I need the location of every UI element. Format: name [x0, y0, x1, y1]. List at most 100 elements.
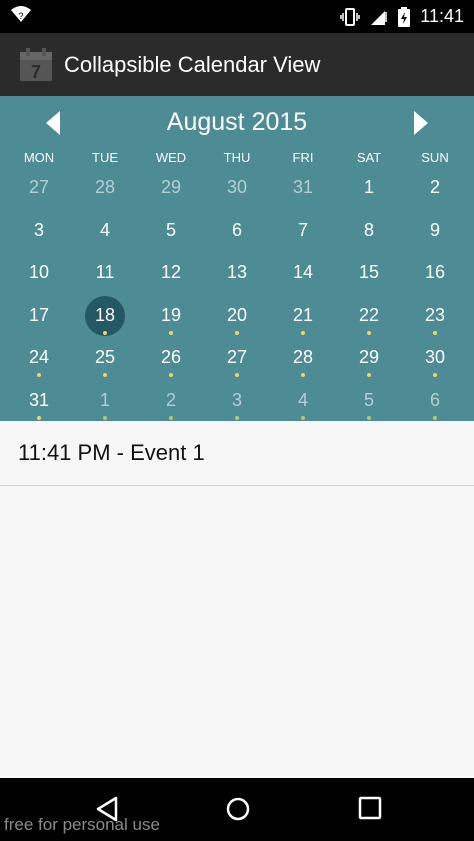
event-dot	[103, 415, 107, 420]
week-row: 10 11 12 13 14 15 16	[6, 259, 468, 302]
event-dot	[433, 415, 437, 420]
event-text: 11:41 PM - Event 1	[18, 440, 205, 465]
day-cell[interactable]: 12	[138, 259, 204, 302]
status-left: ?	[10, 5, 32, 28]
app-icon-number: 7	[31, 62, 41, 82]
vibrate-icon	[340, 7, 361, 26]
day-number: 7	[297, 219, 309, 240]
status-time: 11:41	[420, 6, 464, 26]
day-cell[interactable]: 29	[336, 344, 402, 387]
day-cell[interactable]: 17	[6, 302, 72, 345]
day-cell[interactable]: 7	[270, 217, 336, 260]
day-cell[interactable]: 31	[270, 174, 336, 217]
day-number: 1	[363, 177, 375, 197]
event-dot	[169, 373, 173, 377]
day-number: 15	[358, 262, 380, 282]
day-cell[interactable]: 28	[72, 174, 138, 217]
status-bar: ? 11:41	[0, 0, 474, 33]
day-cell[interactable]: 20	[204, 302, 270, 345]
chevron-right-icon	[414, 111, 428, 135]
weekday-label: TUE	[92, 150, 118, 165]
app-title: Collapsible Calendar View	[64, 51, 321, 77]
day-cell[interactable]: 27	[6, 174, 72, 217]
day-number: 30	[424, 347, 446, 367]
day-cell[interactable]: 1	[336, 174, 402, 217]
day-number: 29	[358, 347, 380, 367]
day-cell[interactable]: 30	[204, 174, 270, 217]
signal-icon	[370, 8, 388, 26]
event-list-item[interactable]: 11:41 PM - Event 1	[0, 421, 474, 486]
event-dot	[37, 373, 41, 377]
day-number: 29	[160, 177, 182, 197]
day-cell[interactable]: 16	[402, 259, 468, 302]
day-number: 8	[363, 219, 375, 240]
day-number: 3	[33, 219, 45, 240]
day-cell[interactable]: 23	[402, 302, 468, 345]
calendar-grid: 27 28 29 30 31 1 2 3 4 5 6 7 8 9 10 11 12 13 14 15 16 17 18 19 2…	[0, 174, 474, 429]
day-cell[interactable]: 27	[204, 344, 270, 387]
day-cell[interactable]: 19	[138, 302, 204, 345]
event-dot	[301, 415, 305, 420]
day-number: 28	[94, 177, 116, 197]
event-dot	[37, 415, 41, 420]
day-cell[interactable]: 10	[6, 259, 72, 302]
day-number: 19	[160, 304, 182, 325]
day-number: 4	[99, 219, 111, 240]
event-dot	[103, 330, 107, 335]
day-cell[interactable]: 8	[336, 217, 402, 260]
day-number: 12	[160, 262, 182, 282]
day-number: 9	[429, 219, 441, 240]
day-number: 20	[226, 304, 248, 325]
day-cell[interactable]: 30	[402, 344, 468, 387]
day-cell[interactable]: 2	[402, 174, 468, 217]
day-cell[interactable]: 29	[138, 174, 204, 217]
day-number: 16	[424, 262, 446, 282]
day-number: 23	[424, 304, 446, 325]
day-cell[interactable]: 21	[270, 302, 336, 345]
day-cell[interactable]: 4	[72, 217, 138, 260]
day-number: 4	[297, 389, 309, 410]
day-cell[interactable]: 5	[138, 217, 204, 260]
day-cell[interactable]: 3	[6, 217, 72, 260]
recent-apps-icon[interactable]	[358, 796, 382, 825]
day-cell[interactable]: 13	[204, 259, 270, 302]
day-number: 18	[94, 304, 116, 325]
day-number: 26	[160, 347, 182, 367]
day-cell[interactable]: 9	[402, 217, 468, 260]
next-month-button[interactable]	[408, 110, 434, 136]
day-number: 3	[231, 389, 243, 410]
day-cell[interactable]: 26	[138, 344, 204, 387]
week-row: 3 4 5 6 7 8 9	[6, 217, 468, 260]
event-dot	[301, 373, 305, 377]
day-number: 14	[292, 262, 314, 282]
weekday-label: SAT	[356, 150, 382, 165]
day-number: 28	[292, 347, 314, 367]
day-number: 6	[231, 219, 243, 240]
day-number: 27	[226, 347, 248, 367]
day-number: 5	[165, 219, 177, 240]
day-cell-selected[interactable]: 18	[72, 295, 138, 345]
day-cell[interactable]: 6	[204, 217, 270, 260]
day-cell[interactable]: 14	[270, 259, 336, 302]
day-cell[interactable]: 28	[270, 344, 336, 387]
battery-icon	[398, 6, 411, 27]
watermark-text: free for personal use	[4, 815, 160, 834]
day-number: 13	[226, 262, 248, 282]
event-dot	[103, 373, 107, 377]
day-number: 30	[226, 177, 248, 197]
week-row: 27 28 29 30 31 1 2	[6, 174, 468, 217]
day-cell[interactable]: 24	[6, 344, 72, 387]
day-cell[interactable]: 15	[336, 259, 402, 302]
day-cell[interactable]: 25	[72, 344, 138, 387]
event-dot	[169, 415, 173, 420]
home-icon[interactable]	[225, 796, 251, 827]
day-number: 25	[94, 347, 116, 367]
weekday-label: MON	[23, 150, 55, 165]
week-row: 17 18 19 20 21 22 23	[6, 295, 468, 345]
week-row: 24 25 26 27 28 29 30	[6, 344, 468, 387]
day-number: 5	[363, 389, 375, 410]
day-number: 6	[429, 389, 441, 410]
day-cell[interactable]: 22	[336, 302, 402, 345]
event-dot	[235, 415, 239, 420]
event-dot	[235, 330, 239, 335]
